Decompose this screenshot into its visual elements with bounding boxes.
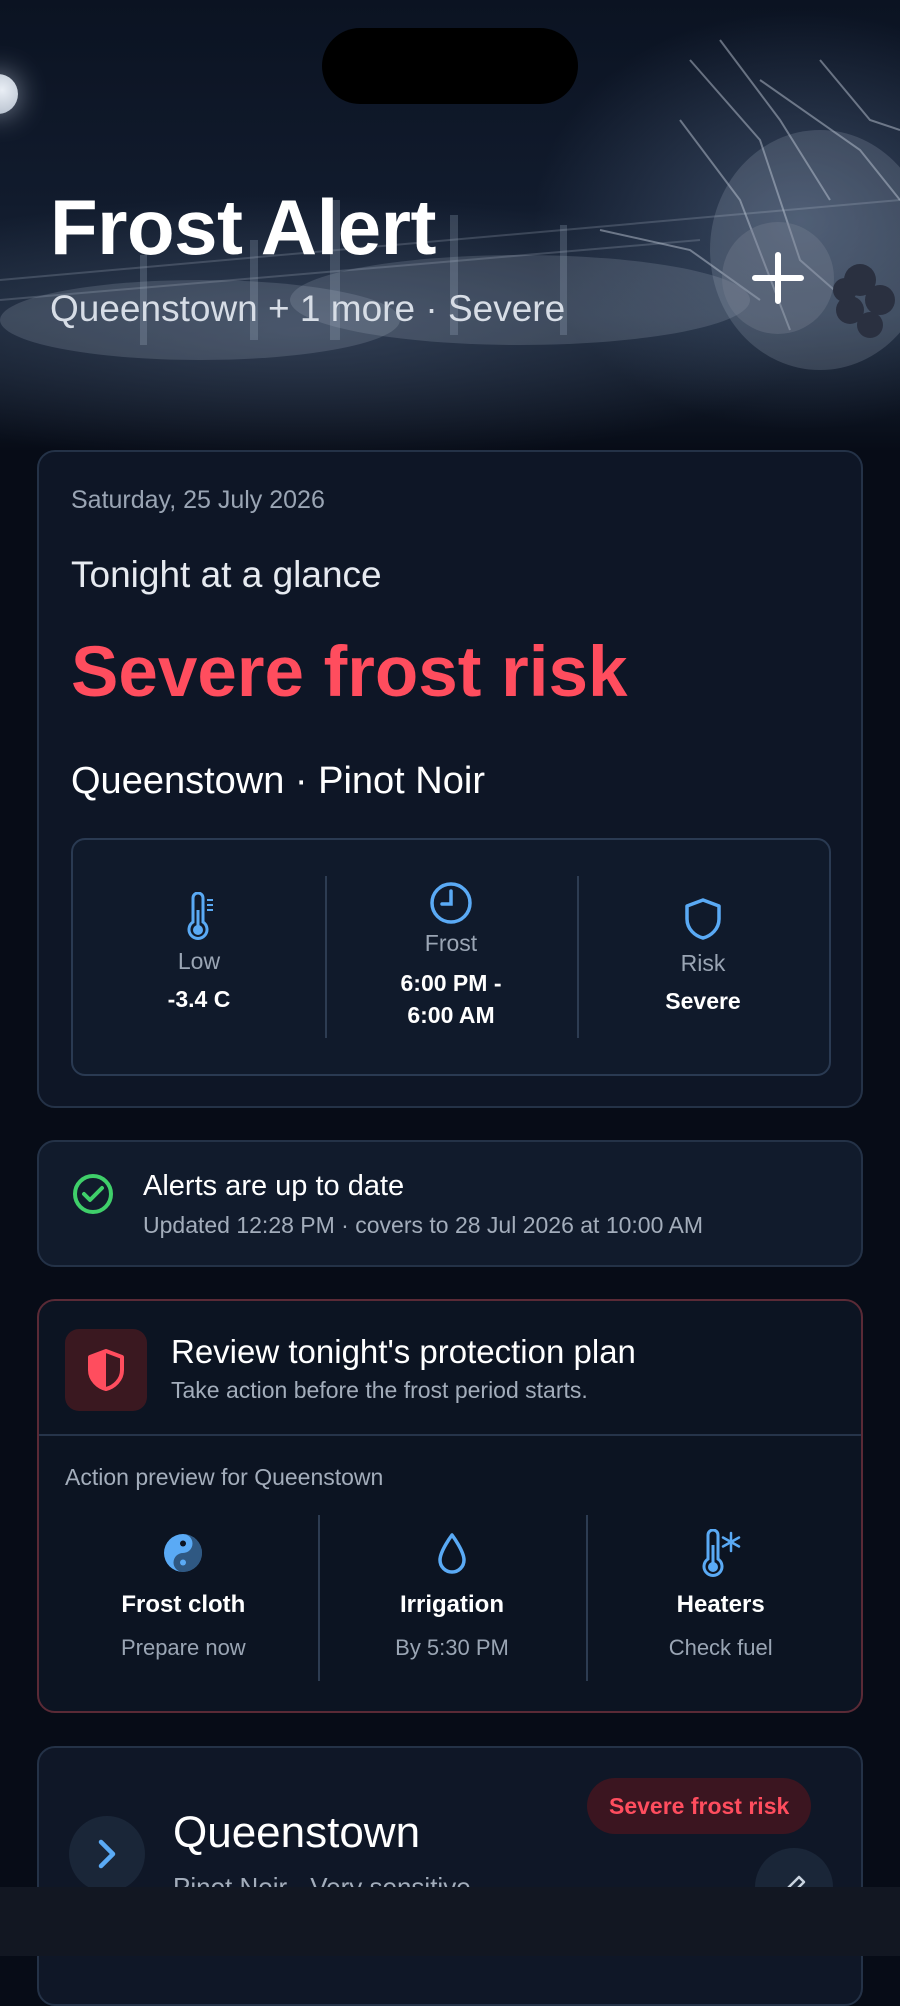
location-name: Queenstown (173, 1808, 421, 1857)
action-preview-list: Frost cloth Prepare now Irrigation By 5:… (49, 1515, 855, 1685)
stat-value: 6:00 PM - 6:00 AM (400, 970, 502, 1029)
tonight-glance-card: Saturday, 25 July 2026 Tonight at a glan… (37, 450, 863, 1108)
divider (39, 1434, 861, 1436)
action-heaters[interactable]: Heaters Check fuel (586, 1515, 855, 1685)
plan-subtitle: Take action before the frost period star… (171, 1377, 588, 1403)
action-label: Irrigation (400, 1591, 505, 1618)
forecast-date: Saturday, 25 July 2026 (71, 486, 325, 514)
clock-icon (430, 882, 472, 924)
alerts-status-card[interactable]: Alerts are up to date Updated 12:28 PM ·… (37, 1140, 863, 1267)
shield-icon (685, 898, 721, 940)
stat-value: Severe (665, 988, 741, 1014)
check-circle-icon (73, 1174, 113, 1214)
frost-cloth-icon (164, 1534, 203, 1572)
stat-low: Low -3.4 C (73, 840, 325, 1074)
shield-half-icon (88, 1349, 124, 1391)
action-subtitle: Check fuel (668, 1635, 773, 1660)
expand-location-button[interactable] (69, 1816, 145, 1892)
chevron-right-icon (98, 1839, 116, 1869)
alerts-status-title: Alerts are up to date (143, 1170, 405, 1202)
page-title: Frost Alert (50, 183, 437, 271)
page-subtitle: Queenstown + 1 more · Severe (50, 288, 566, 329)
alerts-status-subtitle: Updated 12:28 PM · covers to 28 Jul 2026… (143, 1212, 704, 1238)
stat-risk: Risk Severe (577, 840, 829, 1074)
action-frost-cloth[interactable]: Frost cloth Prepare now (49, 1515, 318, 1685)
stats-panel: Low -3.4 C Frost 6:00 PM - 6:00 AM Risk … (71, 838, 831, 1076)
plus-icon (752, 252, 804, 304)
stat-frost-window: Frost 6:00 PM - 6:00 AM (325, 840, 577, 1074)
thermometer-icon (187, 892, 213, 940)
action-preview-label: Action preview for Queenstown (65, 1464, 384, 1490)
location-card[interactable]: Queenstown Pinot Noir · Very sensitive S… (37, 1746, 863, 2006)
stat-label: Low (177, 948, 221, 974)
action-irrigation[interactable]: Irrigation By 5:30 PM (317, 1515, 587, 1685)
location-variety: Queenstown · Pinot Noir (71, 760, 485, 802)
bottom-bar (0, 1887, 900, 1956)
protection-plan-card[interactable]: Review tonight's protection plan Take ac… (37, 1299, 863, 1713)
dynamic-island (322, 28, 578, 104)
plan-title: Review tonight's protection plan (171, 1333, 636, 1370)
glance-label: Tonight at a glance (71, 554, 382, 595)
hero-banner: Frost Alert Queenstown + 1 more · Severe (0, 0, 900, 450)
stat-label: Frost (424, 930, 478, 956)
action-label: Frost cloth (121, 1591, 246, 1618)
thermometer-snow-icon (702, 1529, 740, 1577)
action-subtitle: Prepare now (120, 1635, 246, 1660)
water-drop-icon (438, 1533, 466, 1574)
stat-label: Risk (680, 950, 726, 976)
action-label: Heaters (676, 1591, 765, 1618)
risk-headline: Severe frost risk (71, 633, 628, 712)
risk-badge: Severe frost risk (587, 1778, 812, 1834)
plan-icon-tile (65, 1329, 147, 1411)
action-subtitle: By 5:30 PM (395, 1635, 509, 1660)
stat-value: -3.4 C (167, 986, 231, 1012)
add-location-button[interactable] (722, 222, 834, 334)
